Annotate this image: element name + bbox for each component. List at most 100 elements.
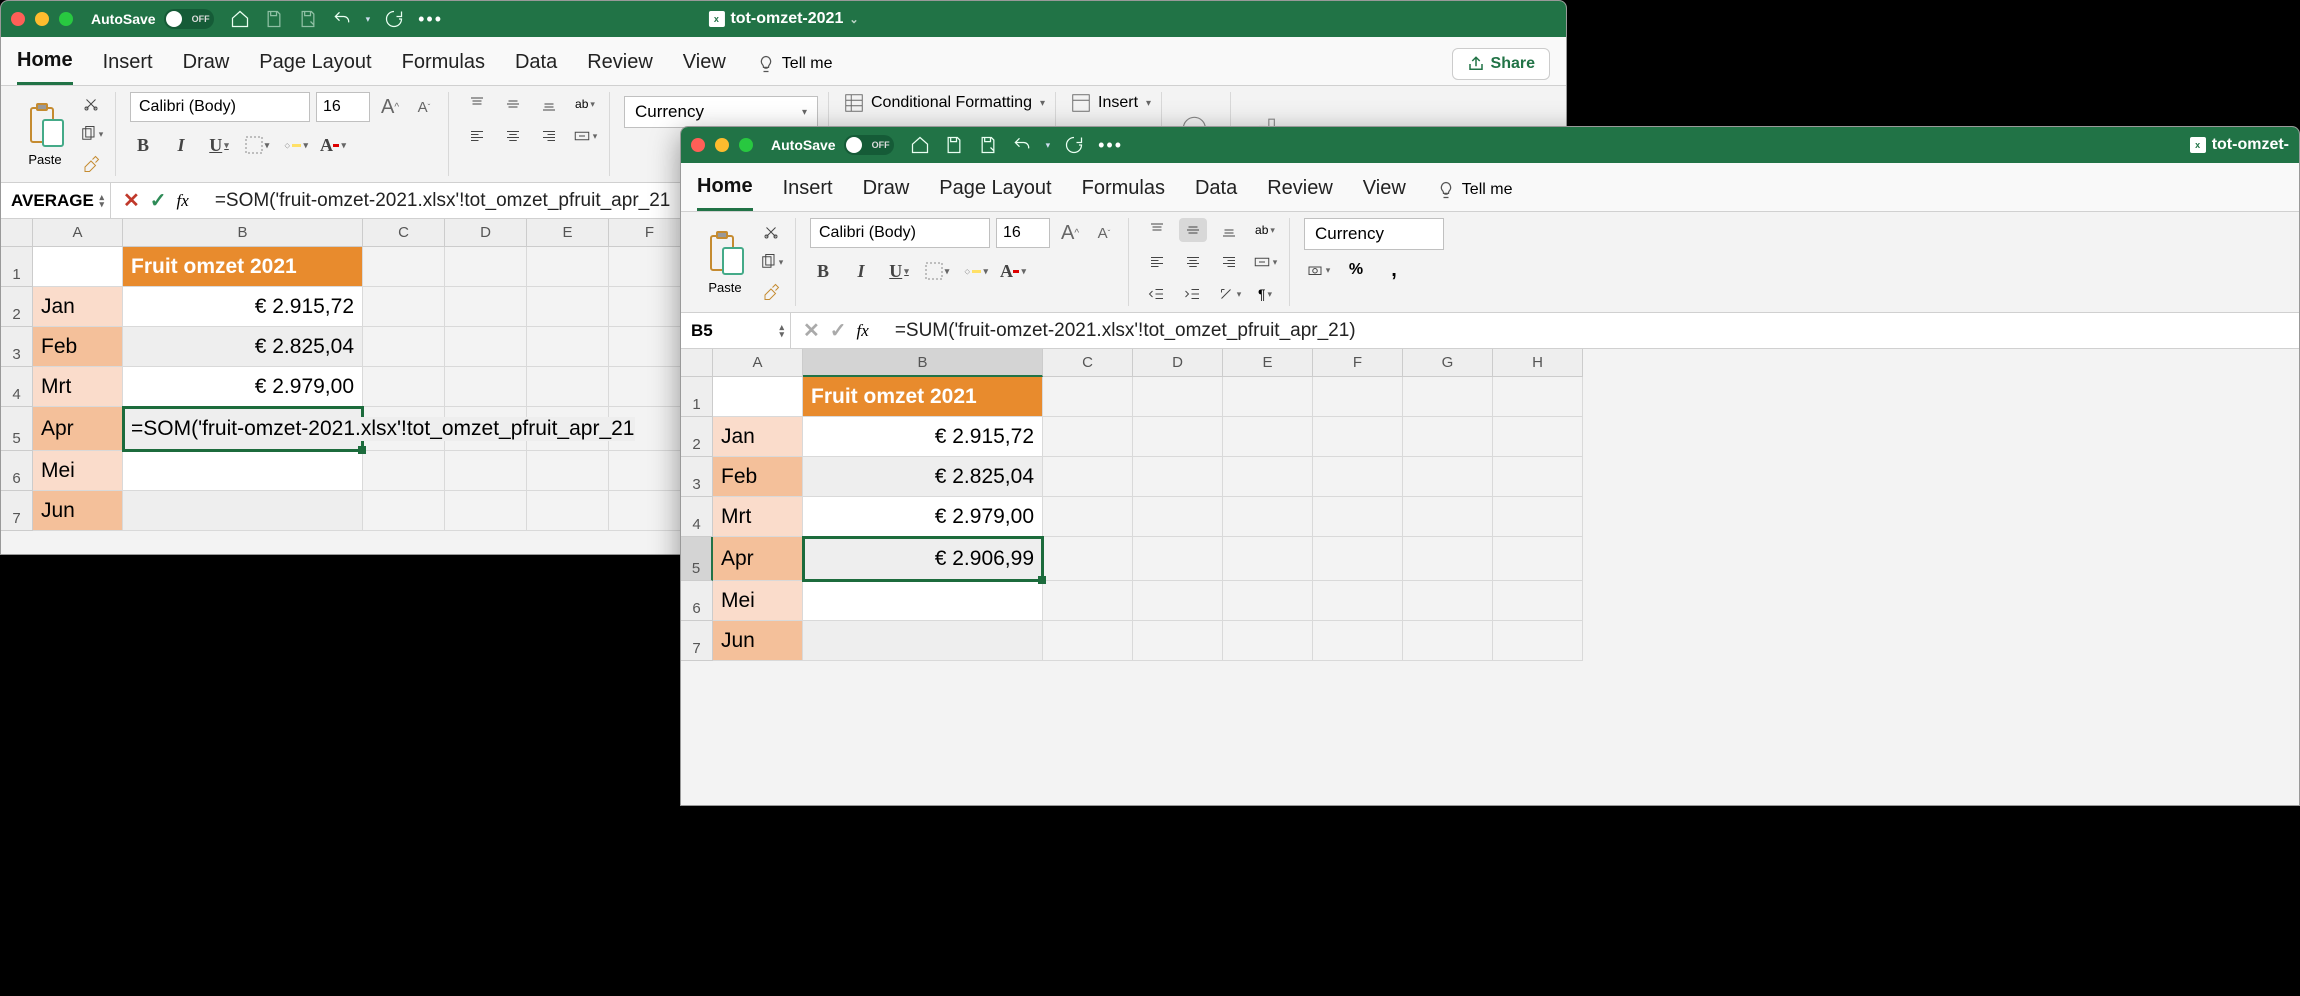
cell-a2[interactable]: Jan (713, 417, 803, 457)
col-header-b[interactable]: B (803, 349, 1043, 377)
minimize-button[interactable] (715, 138, 729, 152)
undo-split-icon[interactable]: ▾ (1046, 140, 1051, 151)
align-bottom-icon[interactable] (535, 92, 563, 116)
fill-color-icon[interactable] (962, 260, 988, 282)
maximize-button[interactable] (59, 12, 73, 26)
tab-view[interactable]: View (683, 45, 726, 84)
tab-home[interactable]: Home (697, 169, 753, 211)
comma-icon[interactable]: , (1380, 258, 1408, 282)
maximize-button[interactable] (739, 138, 753, 152)
fx-icon[interactable]: fx (177, 191, 195, 211)
row-header-5[interactable]: 5 (1, 407, 33, 451)
copy-icon[interactable] (757, 250, 785, 274)
row-header-7[interactable]: 7 (1, 491, 33, 531)
cell-a5[interactable]: Apr (713, 537, 803, 581)
autosave-toggle[interactable]: OFF (844, 135, 894, 155)
cell-a5[interactable]: Apr (33, 407, 123, 451)
cell-b3[interactable]: € 2.825,04 (123, 327, 363, 367)
italic-icon[interactable]: I (168, 134, 194, 156)
row-header-5[interactable]: 5 (681, 537, 713, 581)
paste-label[interactable]: Paste (28, 152, 61, 167)
col-header-a[interactable]: A (713, 349, 803, 377)
tab-formulas[interactable]: Formulas (402, 45, 485, 84)
align-bottom-icon[interactable] (1215, 218, 1243, 242)
col-header-b[interactable]: B (123, 219, 363, 247)
align-left-icon[interactable] (463, 124, 491, 148)
cell-a4[interactable]: Mrt (713, 497, 803, 537)
tab-insert[interactable]: Insert (783, 171, 833, 210)
titlebar-left[interactable]: AutoSave OFF ▾ ••• x tot-omzet-2021 ⌄ (1, 1, 1566, 37)
format-painter-icon[interactable] (757, 280, 785, 304)
increase-indent-icon[interactable] (1179, 282, 1207, 306)
cell-c2[interactable] (363, 287, 445, 327)
tab-page-layout[interactable]: Page Layout (939, 171, 1051, 210)
close-button[interactable] (691, 138, 705, 152)
cell-c1[interactable] (363, 247, 445, 287)
cell-a6[interactable]: Mei (33, 451, 123, 491)
align-right-icon[interactable] (1215, 250, 1243, 274)
col-header-c[interactable]: C (1043, 349, 1133, 377)
tab-home[interactable]: Home (17, 43, 73, 85)
bold-icon[interactable]: B (130, 134, 156, 156)
paste-label[interactable]: Paste (708, 280, 741, 295)
cell-b6[interactable] (123, 451, 363, 491)
align-center-icon[interactable] (1179, 250, 1207, 274)
tab-draw[interactable]: Draw (183, 45, 230, 84)
orientation-icon[interactable] (1215, 282, 1243, 306)
cell-b5-active[interactable]: =SOM('fruit-omzet-2021.xlsx'!tot_omzet_p… (123, 407, 363, 451)
percent-icon[interactable]: % (1342, 258, 1370, 282)
tab-review[interactable]: Review (1267, 171, 1333, 210)
underline-icon[interactable]: U (886, 260, 912, 282)
tab-data[interactable]: Data (1195, 171, 1237, 210)
cell-b7[interactable] (123, 491, 363, 531)
close-button[interactable] (11, 12, 25, 26)
row-header-6[interactable]: 6 (1, 451, 33, 491)
align-top-icon[interactable] (463, 92, 491, 116)
name-box-stepper-icon[interactable]: ▴▾ (779, 324, 784, 338)
wrap-text-icon[interactable]: ab (1251, 218, 1279, 242)
row-header-2[interactable]: 2 (681, 417, 713, 457)
document-title[interactable]: x tot-omzet-2021 ⌄ (708, 10, 858, 28)
tab-page-layout[interactable]: Page Layout (259, 45, 371, 84)
tab-review[interactable]: Review (587, 45, 653, 84)
save-as-icon[interactable] (298, 9, 318, 29)
col-header-g[interactable]: G (1403, 349, 1493, 377)
cell-b1[interactable]: Fruit omzet 2021 (123, 247, 363, 287)
font-name-input[interactable] (130, 92, 310, 122)
font-color-icon[interactable]: A (1000, 260, 1026, 282)
name-box[interactable]: AVERAGE ▴▾ (1, 183, 111, 218)
tab-view[interactable]: View (1363, 171, 1406, 210)
more-icon[interactable]: ••• (1098, 135, 1123, 156)
cell-b1[interactable]: Fruit omzet 2021 (803, 377, 1043, 417)
undo-icon[interactable] (332, 9, 352, 29)
select-all-corner[interactable] (681, 349, 713, 377)
format-painter-icon[interactable] (77, 152, 105, 176)
tab-insert[interactable]: Insert (103, 45, 153, 84)
increase-font-icon[interactable]: A^ (1056, 221, 1084, 245)
name-box-stepper-icon[interactable]: ▴▾ (99, 194, 104, 208)
cell-b7[interactable] (803, 621, 1043, 661)
decrease-indent-icon[interactable] (1143, 282, 1171, 306)
paragraph-icon[interactable]: ¶ (1251, 282, 1279, 306)
row-header-2[interactable]: 2 (1, 287, 33, 327)
fill-color-icon[interactable] (282, 134, 308, 156)
row-header-6[interactable]: 6 (681, 581, 713, 621)
align-left-icon[interactable] (1143, 250, 1171, 274)
align-top-icon[interactable] (1143, 218, 1171, 242)
decrease-font-icon[interactable]: Aˇ (410, 95, 438, 119)
undo-icon[interactable] (1012, 135, 1032, 155)
minimize-button[interactable] (35, 12, 49, 26)
undo-split-icon[interactable]: ▾ (366, 14, 371, 25)
tab-data[interactable]: Data (515, 45, 557, 84)
cell-a7[interactable]: Jun (713, 621, 803, 661)
align-center-icon[interactable] (499, 124, 527, 148)
row-header-4[interactable]: 4 (681, 497, 713, 537)
cell-e1[interactable] (527, 247, 609, 287)
row-header-7[interactable]: 7 (681, 621, 713, 661)
merge-icon[interactable] (571, 124, 599, 148)
cell-a1[interactable] (713, 377, 803, 417)
copy-icon[interactable] (77, 122, 105, 146)
align-right-icon[interactable] (535, 124, 563, 148)
font-size-input[interactable] (996, 218, 1050, 248)
tab-formulas[interactable]: Formulas (1082, 171, 1165, 210)
